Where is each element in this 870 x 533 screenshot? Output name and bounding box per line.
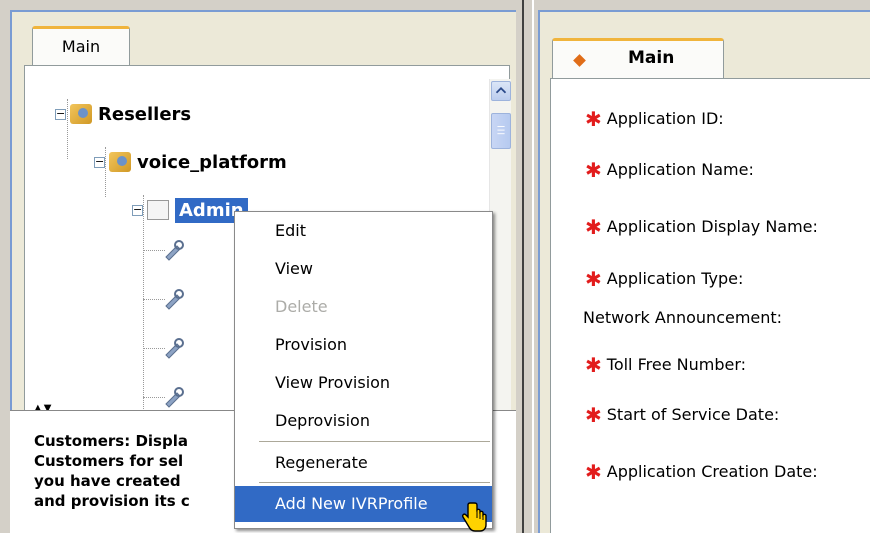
field-application-name: ✱ Application Name:	[585, 157, 754, 182]
required-icon: ✱	[585, 214, 602, 239]
required-icon: ✱	[585, 459, 602, 484]
field-label: Application Display Name:	[606, 217, 818, 236]
field-label: Application ID:	[606, 109, 724, 128]
menu-item-regenerate[interactable]: Regenerate	[235, 445, 492, 481]
menu-item-provision[interactable]: Provision	[235, 327, 492, 363]
form-area: ✱ Application ID: ✱ Application Name: ✱ …	[550, 78, 870, 533]
required-icon: ✱	[585, 402, 602, 427]
tree-node-label: voice_platform	[137, 151, 287, 173]
menu-item-deprovision[interactable]: Deprovision	[235, 403, 492, 439]
required-icon: ✱	[585, 106, 602, 131]
tab-main-left[interactable]: Main	[32, 26, 130, 66]
tool-icon[interactable]	[163, 337, 185, 359]
menu-item-view-provision[interactable]: View Provision	[235, 365, 492, 401]
tree-connector	[143, 348, 165, 349]
field-start-of-service-date: ✱ Start of Service Date:	[585, 402, 780, 427]
tab-label: Main	[628, 48, 675, 68]
tree-connector	[143, 397, 165, 398]
group-folder-icon	[70, 104, 92, 124]
tool-icon[interactable]	[163, 239, 185, 261]
tree-node-resellers[interactable]: − Resellers	[55, 99, 191, 129]
tree-node-voice-platform[interactable]: − voice_platform	[94, 147, 287, 177]
required-icon: ✱	[585, 352, 602, 377]
scroll-thumb[interactable]	[491, 113, 511, 149]
right-panel-frame: Main ✱ Application ID: ✱ Application Nam…	[538, 10, 870, 533]
tree-connector	[143, 250, 165, 251]
menu-separator	[259, 441, 490, 442]
field-label: Start of Service Date:	[606, 405, 780, 424]
field-label: Toll Free Number:	[606, 355, 747, 374]
tree-node-admin[interactable]: − Admin	[132, 195, 248, 225]
tree-node-label: Resellers	[98, 103, 192, 125]
field-label: Application Creation Date:	[606, 462, 818, 481]
field-application-creation-date: ✱ Application Creation Date:	[585, 459, 818, 484]
collapse-icon[interactable]: −	[94, 156, 105, 168]
menu-item-add-new-ivrprofile[interactable]: Add New IVRProfile	[235, 486, 492, 522]
menu-item-view[interactable]: View	[235, 251, 492, 287]
admin-icon	[147, 200, 169, 220]
field-label: Application Name:	[606, 160, 754, 179]
required-icon: ✱	[585, 266, 602, 291]
hand-cursor-icon	[460, 501, 490, 533]
required-icon: ✱	[585, 157, 602, 182]
collapse-icon[interactable]: −	[55, 108, 66, 120]
field-label: Network Announcement:	[583, 308, 783, 327]
tree-connector	[143, 195, 144, 424]
tree-connector	[143, 299, 165, 300]
collapse-icon[interactable]: −	[132, 204, 143, 216]
field-application-type: ✱ Application Type:	[585, 266, 744, 291]
menu-item-edit[interactable]: Edit	[235, 213, 492, 249]
scroll-up-button[interactable]	[491, 81, 511, 101]
field-toll-free-number: ✱ Toll Free Number:	[585, 352, 747, 377]
tab-main-right[interactable]: Main	[552, 38, 724, 78]
tool-icon[interactable]	[163, 288, 185, 310]
menu-separator	[259, 482, 490, 483]
panel-divider[interactable]	[522, 0, 534, 533]
tool-icon[interactable]	[163, 386, 185, 408]
menu-item-delete[interactable]: Delete	[235, 289, 492, 325]
right-panel: Main ✱ Application ID: ✱ Application Nam…	[534, 0, 870, 533]
tab-marker-icon	[573, 54, 586, 67]
field-network-announcement: Network Announcement:	[583, 308, 782, 327]
field-application-id: ✱ Application ID:	[585, 106, 724, 131]
context-menu: Edit View Delete Provision View Provisio…	[234, 211, 493, 529]
field-application-display-name: ✱ Application Display Name:	[585, 214, 818, 239]
group-folder-icon	[109, 152, 131, 172]
field-label: Application Type:	[606, 269, 744, 288]
